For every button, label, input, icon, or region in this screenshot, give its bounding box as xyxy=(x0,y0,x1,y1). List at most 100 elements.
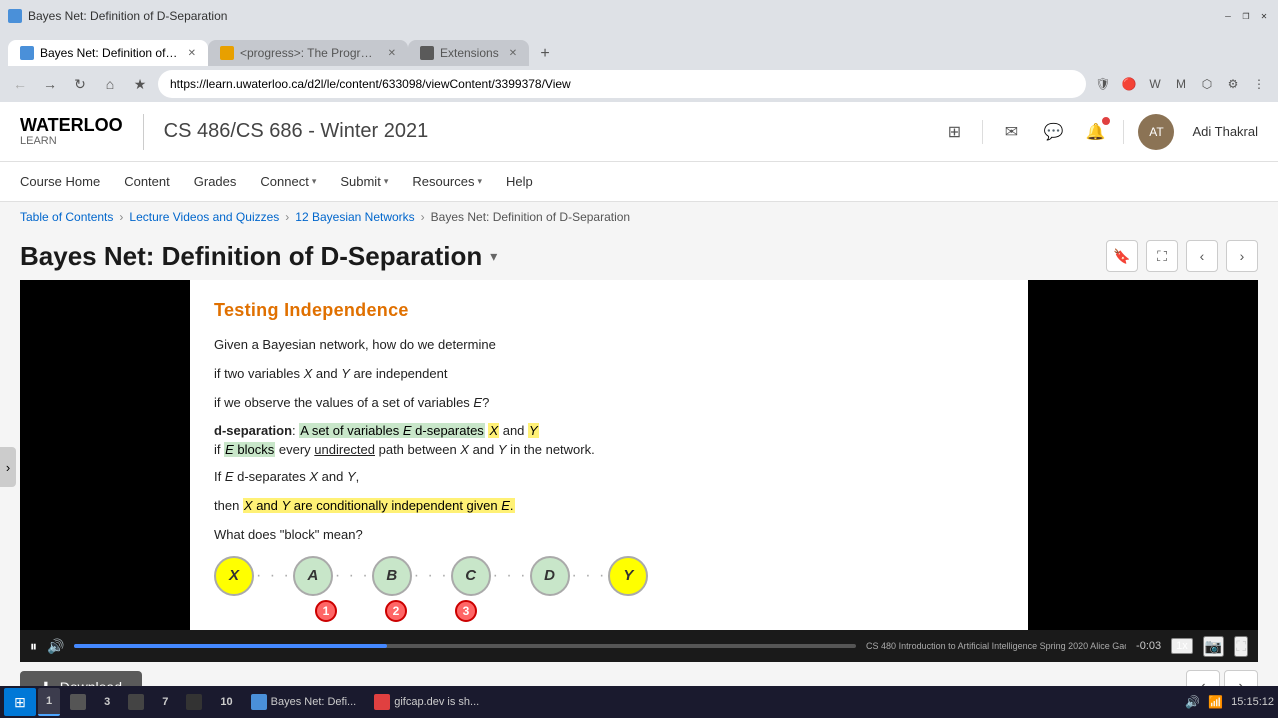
taskbar-item-3[interactable]: 3 xyxy=(96,688,118,716)
browser-ext-icon2[interactable]: M xyxy=(1170,73,1192,95)
window-controls[interactable]: ─ ❐ ✕ xyxy=(1222,10,1270,22)
taskbar-num-3: 3 xyxy=(104,696,110,708)
dsep-definition: d-separation: A set of variables E d-sep… xyxy=(214,423,1004,438)
video-time: CS 480 Introduction to Artificial Intell… xyxy=(866,641,1126,651)
tab-progress[interactable]: <progress>: The Progress Indica... ✕ xyxy=(208,40,408,66)
window-title: Bayes Net: Definition of D-Separation xyxy=(28,9,227,23)
taskbar-item-1[interactable]: 1 xyxy=(38,688,60,716)
slide-paragraph-2: if two variables X and Y are independent xyxy=(214,364,1004,385)
logo-waterloo: WATERLOO xyxy=(20,115,123,135)
taskbar-item-2[interactable] xyxy=(62,688,94,716)
taskbar-time: 15:15:12 xyxy=(1231,696,1274,708)
cons-y: Y xyxy=(347,469,356,484)
restore-button[interactable]: ❐ xyxy=(1240,10,1252,22)
taskbar-network-icon[interactable]: 📶 xyxy=(1208,695,1223,709)
taskbar-speaker-icon[interactable]: 🔊 xyxy=(1185,695,1200,709)
taskbar-num-10: 10 xyxy=(220,696,232,708)
panel-toggle-button[interactable]: › xyxy=(0,447,16,487)
dsep-term: d-separation xyxy=(214,423,292,438)
logo-divider xyxy=(143,114,144,150)
node-d: D xyxy=(530,556,570,596)
slide-paragraph-1: Given a Bayesian network, how do we dete… xyxy=(214,335,1004,356)
submit-dropdown-arrow: ▾ xyxy=(384,176,389,187)
taskbar-item-7[interactable]: 7 xyxy=(154,688,176,716)
nav-grades[interactable]: Grades xyxy=(194,174,237,189)
site-header: WATERLOO LEARN CS 486/CS 686 - Winter 20… xyxy=(0,102,1278,162)
grid-icon[interactable]: ⊞ xyxy=(940,118,968,146)
start-button[interactable]: ⊞ xyxy=(4,688,36,716)
taskbar-right: 🔊 📶 15:15:12 xyxy=(1185,695,1274,709)
screenshot-button[interactable]: 📷 xyxy=(1203,636,1224,657)
home-button[interactable]: ⌂ xyxy=(98,72,122,96)
taskbar-browser-icon xyxy=(251,694,267,710)
title-dropdown-button[interactable]: ▾ xyxy=(490,248,497,265)
icon-separator-2 xyxy=(1123,120,1124,144)
fullscreen-button[interactable]: ⛶ xyxy=(1146,240,1178,272)
taskbar-num-7: 7 xyxy=(162,696,168,708)
close-button[interactable]: ✕ xyxy=(1258,10,1270,22)
browser-ext-icon3[interactable]: ⬡ xyxy=(1196,73,1218,95)
new-tab-button[interactable]: + xyxy=(533,42,557,66)
speed-button[interactable]: 1x xyxy=(1171,638,1193,654)
cons-x: X xyxy=(309,469,318,484)
video-progress-bar[interactable] xyxy=(74,644,856,648)
plugin-icon[interactable]: 🔴 xyxy=(1118,73,1140,95)
forward-button[interactable]: → xyxy=(38,72,62,96)
tab-close-3[interactable]: ✕ xyxy=(509,48,517,59)
dsep-undirected: undirected xyxy=(314,442,375,457)
breadcrumb-item-2[interactable]: Lecture Videos and Quizzes xyxy=(129,210,279,224)
bookmark-star-button[interactable]: ★ xyxy=(128,72,152,96)
cons-e: E xyxy=(225,469,234,484)
page-header-actions: 🔖 ⛶ ‹ › xyxy=(1106,240,1258,272)
breadcrumb-item-3[interactable]: 12 Bayesian Networks xyxy=(295,210,414,224)
volume-button[interactable]: 🔊 xyxy=(47,638,64,655)
nav-connect[interactable]: Connect ▾ xyxy=(260,174,316,189)
next-slide-button[interactable]: › xyxy=(1226,240,1258,272)
diagram-nums-row: 1 2 3 xyxy=(214,600,1004,622)
dot-5: · · · xyxy=(572,567,607,585)
play-pause-button[interactable]: ⏸ xyxy=(30,638,37,655)
video-remaining: -0:03 xyxy=(1136,640,1161,652)
back-button[interactable]: ← xyxy=(8,72,32,96)
fullscreen-video-button[interactable]: ⛶ xyxy=(1234,636,1248,657)
avatar[interactable]: AT xyxy=(1138,114,1174,150)
dsep-y: Y xyxy=(528,423,539,438)
taskbar-num-1: 1 xyxy=(46,695,52,707)
browser-ext-icon4[interactable]: ⚙ xyxy=(1222,73,1244,95)
page-title: Bayes Net: Definition of D-Separation xyxy=(20,241,482,272)
num-3: 3 xyxy=(455,600,477,622)
nav-resources[interactable]: Resources ▾ xyxy=(412,174,482,189)
taskbar-gifcap[interactable]: gifcap.dev is sh... xyxy=(366,688,487,716)
tab-close-2[interactable]: ✕ xyxy=(388,48,396,59)
nav-help[interactable]: Help xyxy=(506,174,533,189)
more-menu-button[interactable]: ⋮ xyxy=(1248,73,1270,95)
address-input[interactable] xyxy=(158,70,1086,98)
refresh-button[interactable]: ↻ xyxy=(68,72,92,96)
browser-ext-icon1[interactable]: W xyxy=(1144,73,1166,95)
minimize-button[interactable]: ─ xyxy=(1222,10,1234,22)
tab-close-1[interactable]: ✕ xyxy=(188,48,196,59)
taskbar-browser-item[interactable]: Bayes Net: Defi... xyxy=(243,688,365,716)
taskbar-item-10[interactable]: 10 xyxy=(212,688,240,716)
nav-course-home[interactable]: Course Home xyxy=(20,174,100,189)
dsep-x2: X xyxy=(460,442,469,457)
breadcrumb-item-1[interactable]: Table of Contents xyxy=(20,210,113,224)
taskbar-gifcap-icon xyxy=(374,694,390,710)
taskbar-item-5[interactable] xyxy=(178,688,210,716)
mail-icon[interactable]: ✉ xyxy=(997,118,1025,146)
dsep-x: X xyxy=(488,423,499,438)
dsep-set: A set of variables E d-separates xyxy=(299,423,485,438)
dot-2: · · · xyxy=(335,567,370,585)
nav-content[interactable]: Content xyxy=(124,174,170,189)
prev-slide-button[interactable]: ‹ xyxy=(1186,240,1218,272)
shield-icon[interactable]: 🛡 xyxy=(1092,73,1114,95)
content-area: Table of Contents › Lecture Videos and Q… xyxy=(0,202,1278,712)
taskbar-item-4[interactable] xyxy=(120,688,152,716)
bookmark-button[interactable]: 🔖 xyxy=(1106,240,1138,272)
tab-extensions[interactable]: Extensions ✕ xyxy=(408,40,529,66)
nav-submit[interactable]: Submit ▾ xyxy=(340,174,388,189)
chat-icon[interactable]: 💬 xyxy=(1039,118,1067,146)
tab-active[interactable]: Bayes Net: Definition of D-... ✕ xyxy=(8,40,208,66)
notification-icon[interactable]: 🔔 xyxy=(1081,118,1109,146)
taskbar-icon-2 xyxy=(70,694,86,710)
